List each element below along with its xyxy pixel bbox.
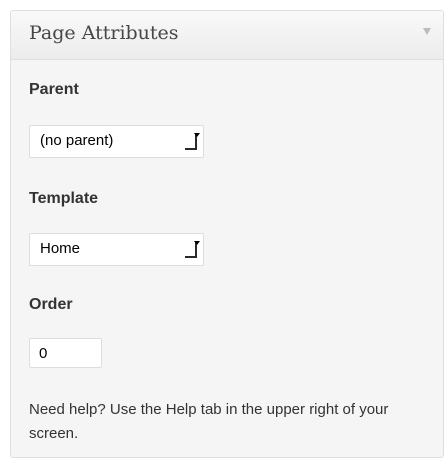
template-select-value: Home (40, 240, 81, 257)
page-attributes-panel: Page Attributes Parent (no parent) Templ… (10, 10, 444, 458)
parent-label: Parent (29, 81, 79, 98)
panel-header[interactable]: Page Attributes (11, 11, 443, 60)
chevron-down-icon (194, 241, 200, 245)
order-input[interactable] (29, 338, 102, 368)
collapse-toggle-icon[interactable] (423, 28, 431, 35)
help-text: Need help? Use the Help tab in the upper… (29, 401, 389, 442)
panel-title: Page Attributes (29, 22, 179, 44)
template-label: Template (29, 190, 99, 207)
template-select[interactable]: Home (29, 233, 204, 266)
parent-select[interactable]: (no parent) (29, 125, 204, 158)
chevron-down-icon (194, 133, 200, 137)
order-label: Order (29, 296, 73, 313)
parent-select-value: (no parent) (40, 132, 114, 149)
